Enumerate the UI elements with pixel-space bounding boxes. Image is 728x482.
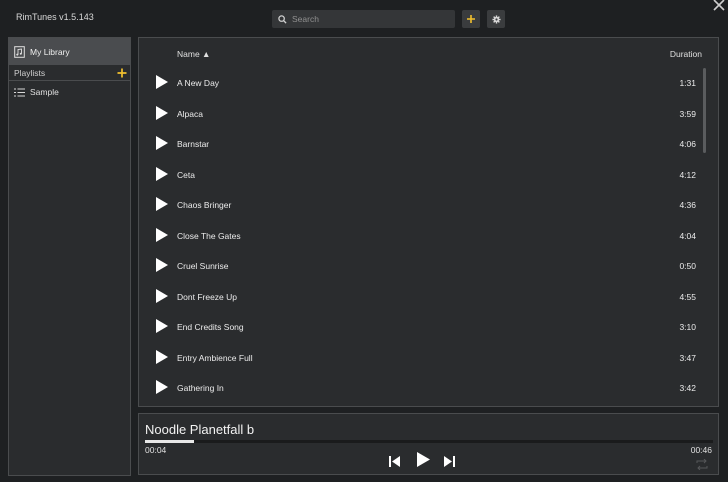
total-time: 00:46 — [690, 445, 712, 455]
play-icon[interactable] — [156, 258, 168, 272]
track-duration: 4:55 — [679, 291, 696, 302]
playlist-name: Sample — [30, 87, 59, 97]
table-row[interactable]: Close The Gates 4:04 — [139, 221, 718, 252]
table-row[interactable]: Barnstar 4:06 — [139, 129, 718, 160]
plus-icon — [467, 15, 475, 23]
repeat-button[interactable] — [696, 457, 708, 475]
playlists-label: Playlists — [14, 67, 46, 78]
close-icon — [713, 0, 725, 11]
play-icon[interactable] — [156, 75, 168, 89]
add-button[interactable] — [462, 10, 480, 28]
search-icon — [278, 14, 287, 24]
track-duration: 1:31 — [679, 78, 696, 88]
play-icon[interactable] — [156, 227, 168, 242]
play-icon[interactable] — [156, 166, 168, 181]
table-row[interactable]: Ceta 4:12 — [139, 160, 718, 191]
next-button[interactable] — [444, 454, 455, 472]
track-name: Ceta — [177, 169, 195, 180]
track-name: Dont Freeze Up — [177, 291, 237, 302]
app-title: RimTunes v1.5.143 — [16, 12, 94, 22]
track-name: Entry Ambience Full — [177, 352, 253, 363]
track-name: Alpaca — [177, 108, 203, 119]
elapsed-time: 00:04 — [145, 445, 167, 455]
track-name: A New Day — [177, 78, 220, 88]
now-playing-title: Noodle Planetfall b — [145, 422, 255, 437]
track-name: Gathering In — [177, 383, 224, 393]
track-name: Chaos Bringer — [177, 200, 232, 210]
track-duration: 3:59 — [679, 108, 696, 119]
table-row[interactable]: Chaos Bringer 4:36 — [139, 190, 718, 221]
play-icon[interactable] — [156, 105, 168, 120]
playlist-icon — [14, 88, 25, 96]
settings-button[interactable] — [487, 10, 505, 28]
play-icon[interactable] — [156, 319, 168, 333]
sidebar: My Library Playlists Sample — [8, 37, 131, 476]
play-icon — [417, 452, 430, 467]
track-duration: 4:36 — [679, 200, 696, 210]
play-icon[interactable] — [156, 136, 168, 150]
repeat-icon — [696, 458, 708, 471]
play-icon[interactable] — [156, 288, 168, 303]
progress-fill — [145, 440, 195, 443]
add-playlist-icon[interactable] — [117, 68, 127, 78]
music-library-icon — [14, 45, 25, 58]
name-column-header[interactable]: Name ▲ — [177, 49, 210, 59]
track-list-header: Name ▲ Duration — [139, 38, 718, 68]
track-name: Cruel Sunrise — [177, 261, 229, 271]
track-duration: 3:10 — [679, 322, 696, 332]
gear-icon — [491, 14, 501, 24]
table-row[interactable]: A New Day 1:31 — [139, 68, 718, 99]
skip-next-icon — [444, 456, 455, 467]
duration-column-header[interactable]: Duration — [670, 49, 702, 59]
track-duration: 4:04 — [679, 230, 696, 241]
track-duration: 3:47 — [679, 352, 696, 363]
play-icon[interactable] — [156, 349, 168, 364]
track-duration: 4:12 — [679, 169, 696, 180]
table-row[interactable]: Gathering In 3:42 — [139, 373, 718, 404]
track-name: Close The Gates — [177, 230, 241, 241]
scrollbar[interactable] — [703, 68, 706, 153]
previous-button[interactable] — [389, 454, 400, 472]
play-icon[interactable] — [156, 197, 168, 211]
track-duration: 0:50 — [679, 261, 696, 271]
table-row[interactable]: Entry Ambience Full 3:47 — [139, 343, 718, 374]
track-rows: A New Day 1:31 Alpaca 3:59 Barnstar 4:06… — [139, 68, 718, 404]
skip-previous-icon — [389, 456, 400, 467]
table-row[interactable]: End Credits Song 3:10 — [139, 312, 718, 343]
sidebar-item-my-library[interactable]: My Library — [9, 38, 130, 65]
search-box[interactable] — [272, 10, 455, 28]
sidebar-item-playlist[interactable]: Sample — [9, 81, 130, 103]
player-bar: Noodle Planetfall b 00:04 00:46 — [138, 413, 719, 475]
playlists-header: Playlists — [9, 65, 130, 81]
track-name: Barnstar — [177, 139, 210, 149]
track-duration: 4:06 — [679, 139, 696, 149]
table-row[interactable]: Cruel Sunrise 0:50 — [139, 251, 718, 282]
progress-bar[interactable] — [145, 440, 713, 443]
table-row[interactable]: Dont Freeze Up 4:55 — [139, 282, 718, 313]
close-button[interactable] — [712, 0, 726, 12]
track-list: Name ▲ Duration A New Day 1:31 Alpaca 3:… — [138, 37, 719, 407]
play-button[interactable] — [417, 452, 430, 472]
search-input[interactable] — [292, 14, 442, 24]
play-icon[interactable] — [156, 380, 168, 394]
table-row[interactable]: Alpaca 3:59 — [139, 99, 718, 130]
track-name: End Credits Song — [177, 322, 244, 332]
track-duration: 3:42 — [679, 383, 696, 393]
sidebar-item-label: My Library — [30, 46, 70, 57]
